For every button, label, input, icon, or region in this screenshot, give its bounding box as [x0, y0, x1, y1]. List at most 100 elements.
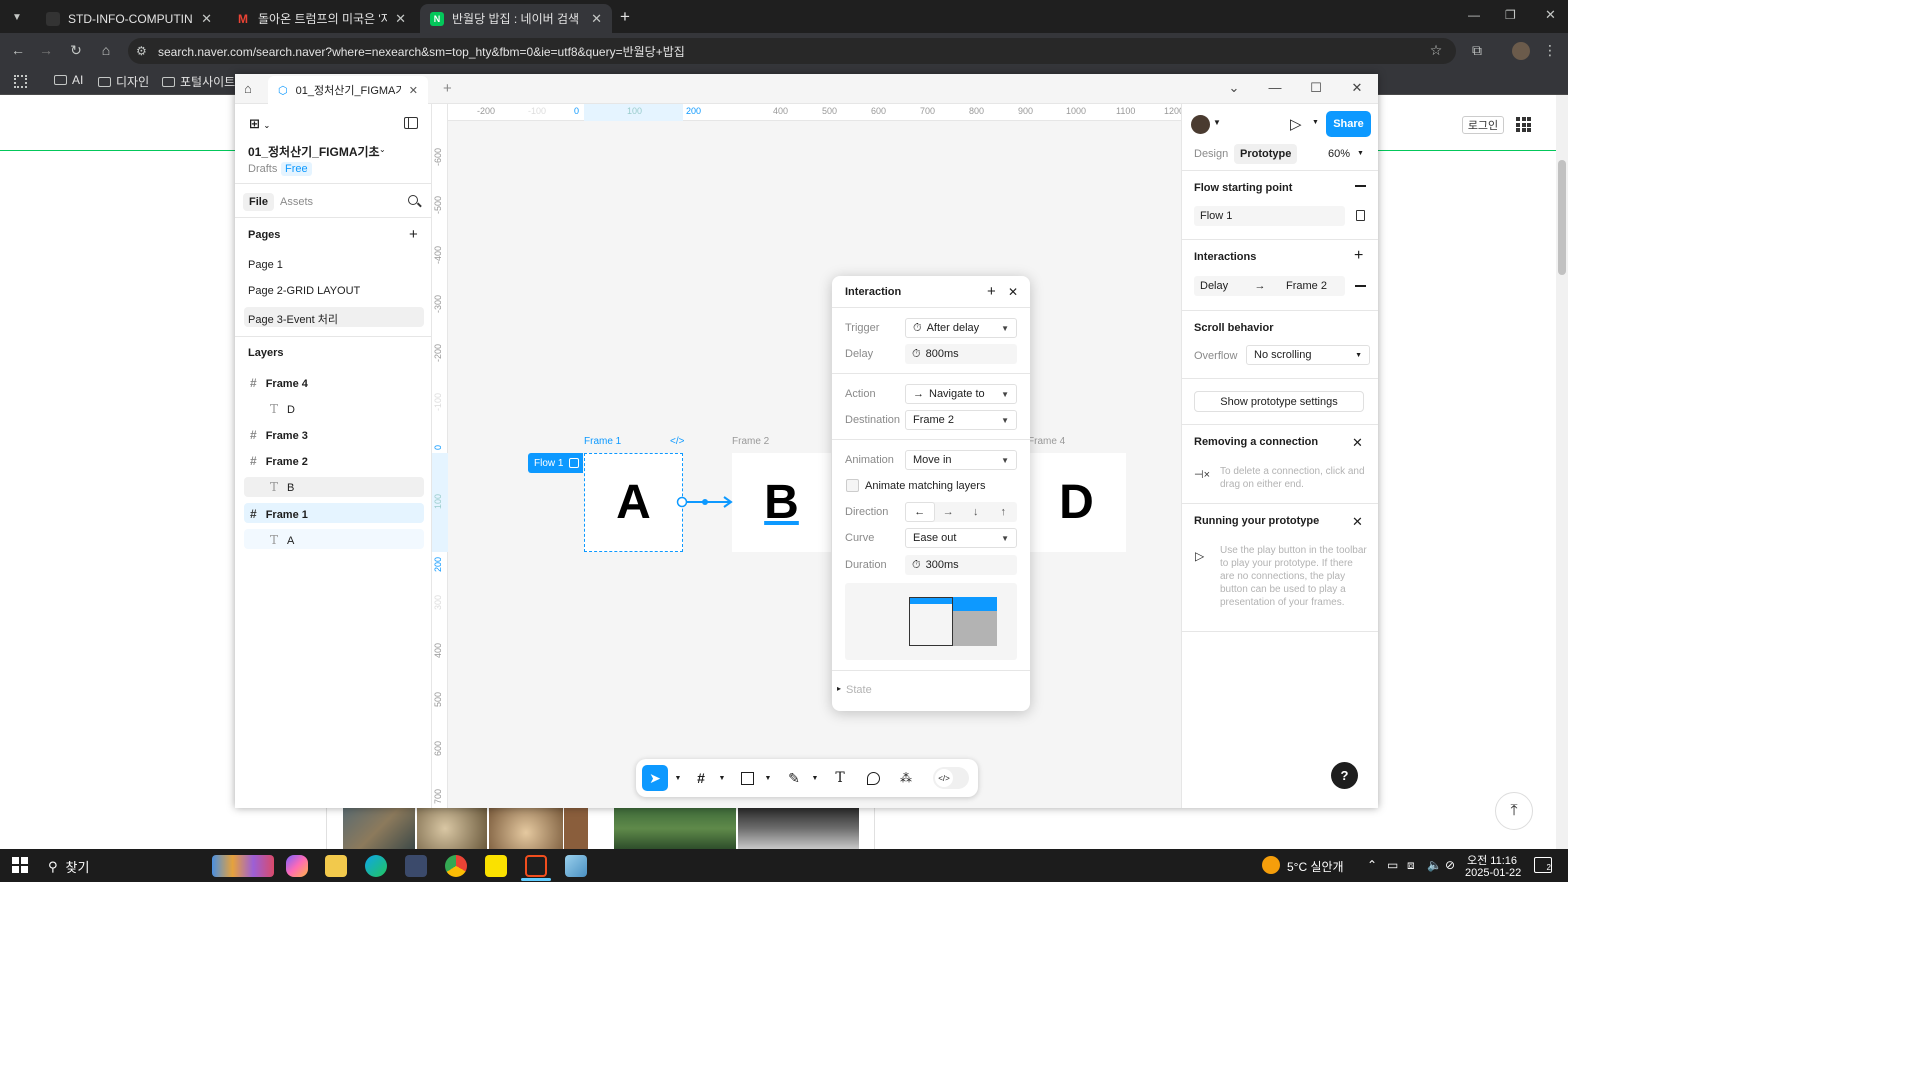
bookmark-star-icon[interactable]: ☆: [1427, 42, 1445, 59]
frame-1[interactable]: A: [584, 453, 683, 552]
flow-description-icon[interactable]: [1356, 210, 1365, 221]
layer-row[interactable]: # Frame 3: [250, 428, 308, 442]
chevron-right-icon[interactable]: ▸: [837, 684, 841, 693]
weather-text[interactable]: 5°C 실안개: [1287, 858, 1344, 875]
bookmark-folder-design[interactable]: 디자인: [98, 73, 149, 90]
notification-icon[interactable]: 2: [1534, 857, 1552, 873]
chevron-down-icon[interactable]: ▼: [712, 768, 732, 788]
curve-select[interactable]: Ease out ▼: [905, 528, 1017, 548]
page-item-selected[interactable]: Page 3-Event 처리: [248, 311, 338, 327]
play-icon[interactable]: ▷: [1290, 115, 1302, 133]
restaurant-photo[interactable]: [489, 808, 563, 849]
duration-input[interactable]: ⏱ 300ms: [905, 555, 1017, 575]
tab-search-button[interactable]: ▼: [8, 8, 26, 26]
interaction-row[interactable]: Delay → Frame 2: [1194, 276, 1345, 296]
chevron-down-icon[interactable]: ▼: [805, 768, 825, 788]
figma-main-menu-icon[interactable]: ⊞ ⌄: [249, 116, 270, 132]
animation-select[interactable]: Move in ▼: [905, 450, 1017, 470]
restaurant-photo[interactable]: [738, 808, 859, 849]
help-button[interactable]: ?: [1331, 762, 1358, 789]
frame-4[interactable]: D: [1027, 453, 1126, 552]
restaurant-photo[interactable]: [417, 808, 487, 849]
actions-tool-icon[interactable]: ⁂: [896, 768, 916, 788]
clock-date[interactable]: 2025-01-22: [1465, 867, 1521, 879]
clock-time[interactable]: 오전 11:16: [1467, 852, 1517, 868]
arrow-up-icon[interactable]: ↑: [990, 502, 1018, 522]
tab-prototype[interactable]: Prototype: [1234, 144, 1298, 164]
file-name[interactable]: 01_정처산기_FIGMA기초: [248, 143, 380, 160]
frame-label[interactable]: Frame 4: [1028, 436, 1065, 447]
close-tab-icon[interactable]: ✕: [409, 84, 418, 97]
code-icon[interactable]: </>: [670, 436, 684, 447]
figma-tabs-dropdown-icon[interactable]: ⌄: [1224, 80, 1244, 96]
layer-row-selected[interactable]: # Frame 1: [250, 507, 308, 521]
user-avatar[interactable]: [1191, 115, 1210, 134]
frame-tool-icon[interactable]: #: [691, 768, 711, 788]
close-icon[interactable]: ✕: [1352, 435, 1363, 451]
close-tab-icon[interactable]: ✕: [591, 11, 602, 27]
close-tab-icon[interactable]: ✕: [201, 11, 212, 27]
figma-home-icon[interactable]: ⌂: [244, 81, 252, 96]
chrome-icon[interactable]: [445, 855, 467, 877]
bookmark-folder-portal[interactable]: 포털사이트: [162, 73, 235, 90]
profile-avatar[interactable]: [1512, 42, 1530, 60]
address-bar[interactable]: search.naver.com/search.naver?where=nexe…: [128, 38, 1456, 64]
browser-tab-active[interactable]: N 반월당 밥집 : 네이버 검색 ✕: [420, 4, 612, 33]
naver-services-grid-icon[interactable]: [1516, 117, 1531, 132]
reload-icon[interactable]: ↻: [67, 42, 85, 59]
figma-close-icon[interactable]: ✕: [1347, 80, 1367, 96]
toggle-sidebar-icon[interactable]: [404, 117, 418, 129]
chevron-down-icon[interactable]: ▼: [1357, 150, 1364, 157]
kakaotalk-icon[interactable]: [485, 855, 507, 877]
share-button[interactable]: Share: [1326, 111, 1371, 137]
move-tool-icon[interactable]: ➤: [642, 765, 668, 791]
close-icon[interactable]: ✕: [1352, 514, 1363, 530]
chevron-down-icon[interactable]: ⌄: [379, 145, 386, 154]
delay-input[interactable]: ⏱ 800ms: [905, 344, 1017, 364]
edge-icon[interactable]: [365, 855, 387, 877]
page-item[interactable]: Page 2-GRID LAYOUT: [248, 285, 360, 297]
volume-icon[interactable]: 🔈: [1427, 858, 1442, 872]
browser-tab[interactable]: M 돌아온 트럼프의 미국은 '자 ✕: [226, 4, 416, 33]
window-close-icon[interactable]: ✕: [1545, 7, 1556, 23]
close-tab-icon[interactable]: ✕: [395, 11, 406, 27]
add-page-icon[interactable]: +: [409, 226, 418, 243]
chevron-down-icon[interactable]: ▼: [668, 768, 688, 788]
arrow-left-icon[interactable]: ←: [905, 502, 935, 522]
state-section[interactable]: State: [846, 684, 872, 696]
flow-starting-badge[interactable]: Flow 1: [528, 453, 583, 473]
arrow-down-icon[interactable]: ↓: [962, 502, 990, 522]
window-minimize-icon[interactable]: —: [1468, 8, 1480, 22]
layer-row[interactable]: TB: [270, 480, 294, 494]
rectangle-tool-icon[interactable]: [737, 768, 757, 788]
restaurant-photo[interactable]: [614, 808, 736, 849]
layer-row[interactable]: TD: [270, 402, 295, 416]
prototype-connection-arrow[interactable]: [676, 494, 736, 510]
action-select[interactable]: → Navigate to ▼: [905, 384, 1017, 404]
restaurant-photo[interactable]: [343, 808, 415, 849]
window-restore-icon[interactable]: ❐: [1505, 8, 1516, 22]
site-info-icon[interactable]: ⚙: [136, 44, 147, 58]
dev-mode-toggle[interactable]: </>: [933, 767, 969, 789]
tray-status-icon[interactable]: ⊘: [1445, 858, 1455, 872]
text-tool-icon[interactable]: T: [830, 768, 850, 788]
back-icon[interactable]: ←: [9, 42, 27, 58]
comment-tool-icon[interactable]: [863, 768, 883, 788]
tray-chevron-up-icon[interactable]: ⌃: [1367, 858, 1377, 872]
forward-icon[interactable]: →: [37, 42, 55, 58]
figma-minimize-icon[interactable]: —: [1265, 80, 1285, 95]
naver-login-button[interactable]: 로그인: [1462, 116, 1504, 134]
windows-start-icon[interactable]: [12, 857, 28, 873]
chevron-down-icon[interactable]: ▼: [758, 768, 778, 788]
taskbar-search[interactable]: ⚲ 찾기: [48, 857, 89, 876]
figma-maximize-icon[interactable]: ☐: [1306, 80, 1326, 96]
browser-menu-icon[interactable]: ⋮: [1541, 42, 1559, 59]
bookmark-folder-ai[interactable]: AI: [54, 73, 83, 87]
copilot-icon[interactable]: [286, 855, 308, 877]
apps-grid-icon[interactable]: [14, 75, 27, 88]
chevron-down-icon[interactable]: ▼: [1312, 119, 1319, 126]
scroll-to-top-icon[interactable]: ⤒: [1495, 792, 1533, 830]
figma-taskbar-icon[interactable]: [525, 855, 547, 877]
extensions-icon[interactable]: ⧉: [1468, 42, 1486, 59]
restaurant-photo[interactable]: [564, 808, 588, 849]
